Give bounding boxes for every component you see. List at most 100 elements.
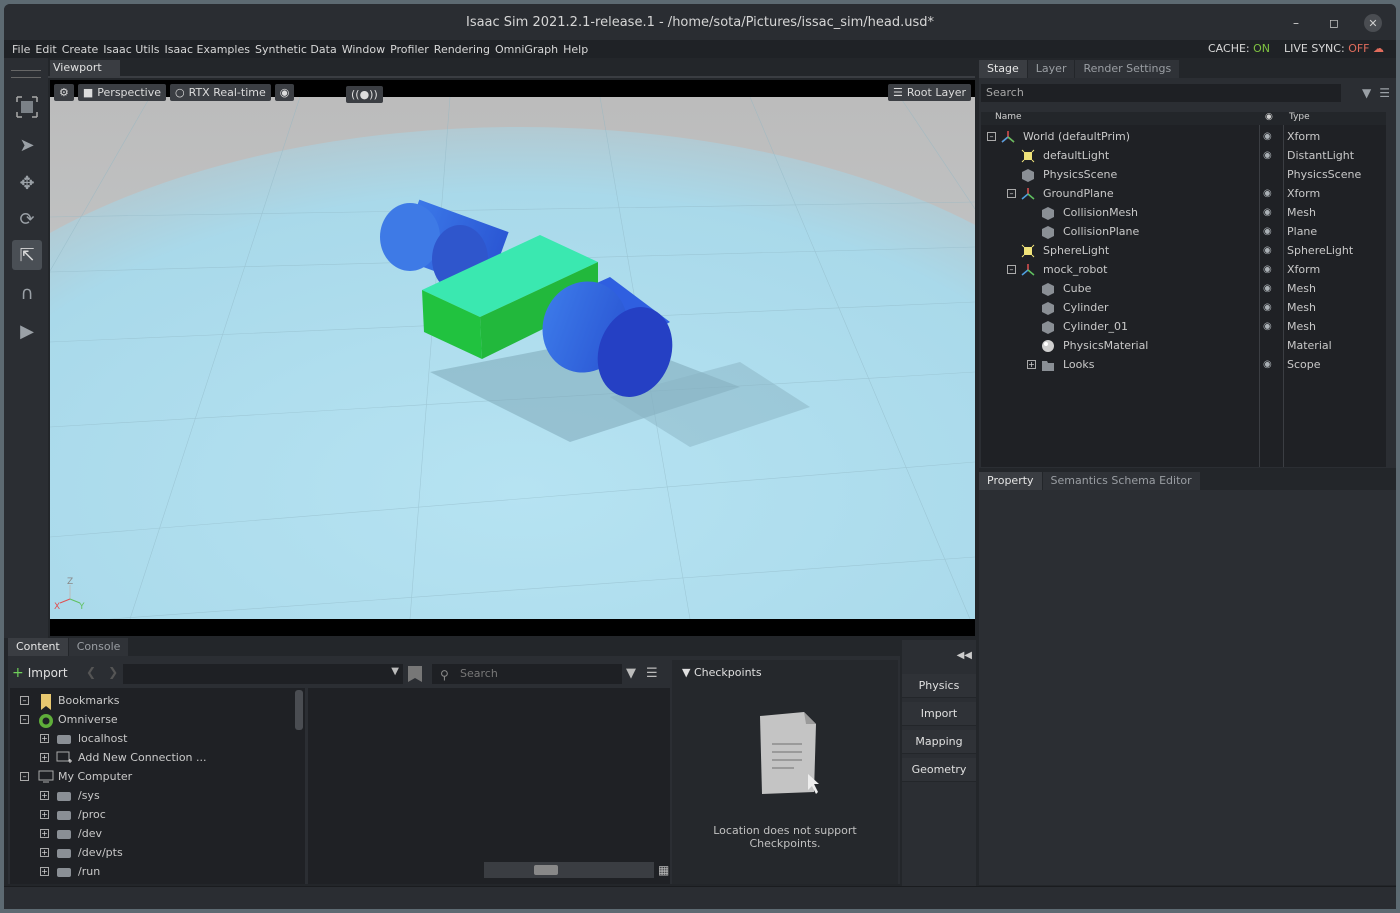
visibility-button[interactable]: ◉ — [274, 84, 295, 101]
tree-row[interactable]: PhysicsScene PhysicsScene — [981, 165, 1386, 184]
import-button[interactable]: + Import — [12, 665, 68, 681]
stage-search-input[interactable]: Search — [981, 84, 1341, 102]
col-name[interactable]: Name — [995, 112, 1022, 122]
tree-row[interactable]: CollisionPlane ◉ Plane — [981, 222, 1386, 241]
move-icon[interactable]: ✥ — [12, 168, 42, 198]
menu-profiler[interactable]: Profiler — [390, 43, 429, 56]
eye-icon[interactable]: ◉ — [1263, 279, 1272, 298]
dropdown-arrow-icon[interactable]: ▼ — [391, 666, 399, 677]
root-layer-button[interactable]: ☰ Root Layer — [888, 84, 971, 101]
play-icon[interactable]: ▶ — [12, 316, 42, 346]
viewport[interactable]: ⚙ ■ Perspective ○ RTX Real-time ◉ ((●)) … — [50, 80, 975, 636]
collapse-icon[interactable]: – — [20, 696, 29, 705]
tree-row[interactable]: Cube ◉ Mesh — [981, 279, 1386, 298]
menu-rendering[interactable]: Rendering — [434, 43, 490, 56]
checkpoints-header[interactable]: ▼ Checkpoints — [682, 666, 762, 679]
collapse-icon[interactable]: – — [20, 715, 29, 724]
minimize-icon[interactable]: – — [1288, 15, 1304, 31]
zoom-slider-thumb[interactable] — [534, 865, 558, 875]
tree-scrollbar[interactable] — [295, 690, 303, 730]
zoom-slider[interactable]: ▦ — [484, 862, 669, 878]
menu-icon[interactable]: ☰ — [1379, 86, 1390, 100]
tree-row[interactable]: – World (defaultPrim) ◉ Xform — [981, 127, 1386, 146]
tree-row[interactable]: PhysicsMaterial Material — [981, 336, 1386, 355]
expand-icon[interactable]: + — [1027, 360, 1036, 369]
menu-synthetic-data[interactable]: Synthetic Data — [255, 43, 337, 56]
viewport-settings-button[interactable]: ⚙ — [54, 84, 74, 101]
menu-icon[interactable]: ☰ — [646, 666, 658, 681]
eye-icon[interactable]: ◉ — [1263, 146, 1272, 165]
mapping-button[interactable]: Mapping — [902, 730, 976, 754]
expand-icon[interactable]: + — [40, 848, 49, 857]
forward-arrow-icon[interactable]: ❯ — [108, 665, 118, 679]
tree-row[interactable]: + Looks ◉ Scope — [981, 355, 1386, 374]
menu-edit[interactable]: Edit — [35, 43, 56, 56]
tab-layer[interactable]: Layer — [1027, 60, 1076, 78]
scale-icon[interactable]: ⇱ — [12, 240, 42, 270]
eye-icon[interactable]: ◉ — [1263, 127, 1272, 146]
col-visibility-eye-icon[interactable]: ◉ — [1265, 112, 1273, 122]
expand-icon[interactable]: + — [40, 829, 49, 838]
back-arrow-icon[interactable]: ❮ — [86, 665, 96, 679]
menu-help[interactable]: Help — [563, 43, 588, 56]
tab-stage[interactable]: Stage — [979, 60, 1028, 78]
collapse-left-icon[interactable]: ◀◀ — [957, 650, 972, 661]
select-mode-icon[interactable] — [12, 92, 42, 122]
tab-render-settings[interactable]: Render Settings — [1075, 60, 1181, 78]
column-divider[interactable] — [1283, 125, 1284, 467]
menu-create[interactable]: Create — [62, 43, 99, 56]
camera-button[interactable]: ■ Perspective — [77, 84, 166, 101]
geometry-button[interactable]: Geometry — [902, 758, 976, 782]
tab-content[interactable]: Content — [8, 638, 69, 656]
collapse-icon[interactable]: – — [1007, 265, 1016, 274]
bookmark-icon[interactable] — [408, 666, 422, 682]
eye-icon[interactable]: ◉ — [1263, 222, 1272, 241]
filter-icon[interactable]: ▼ — [626, 666, 636, 681]
filter-icon[interactable]: ▼ — [1362, 86, 1371, 100]
collapse-icon[interactable]: – — [20, 772, 29, 781]
renderer-button[interactable]: ○ RTX Real-time — [170, 84, 271, 101]
eye-icon[interactable]: ◉ — [1263, 298, 1272, 317]
maximize-icon[interactable]: ◻ — [1326, 15, 1342, 31]
cache-status[interactable]: CACHE: ON — [1208, 42, 1270, 55]
tab-viewport[interactable]: Viewport — [50, 60, 120, 76]
physics-button[interactable]: Physics — [902, 674, 976, 698]
tab-semantics-schema-editor[interactable]: Semantics Schema Editor — [1042, 472, 1201, 490]
menu-window[interactable]: Window — [342, 43, 385, 56]
menu-omnigraph[interactable]: OmniGraph — [495, 43, 558, 56]
tree-row[interactable]: defaultLight ◉ DistantLight — [981, 146, 1386, 165]
expand-icon[interactable]: + — [40, 753, 49, 762]
tree-row[interactable]: CollisionMesh ◉ Mesh — [981, 203, 1386, 222]
column-divider[interactable] — [1259, 125, 1260, 467]
tree-row[interactable]: – mock_robot ◉ Xform — [981, 260, 1386, 279]
import-panel-button[interactable]: Import — [902, 702, 976, 726]
collapse-icon[interactable]: – — [987, 132, 996, 141]
toolbar-grip[interactable] — [11, 70, 41, 78]
expand-icon[interactable]: + — [40, 791, 49, 800]
path-input[interactable]: ▼ — [123, 664, 403, 684]
broadcast-button[interactable]: ((●)) — [346, 86, 383, 103]
snap-magnet-icon[interactable]: ∩ — [12, 278, 42, 308]
expand-icon[interactable]: + — [40, 810, 49, 819]
expand-icon[interactable]: + — [40, 734, 49, 743]
tab-property[interactable]: Property — [979, 472, 1043, 490]
tab-console[interactable]: Console — [68, 638, 130, 656]
live-sync-status[interactable]: LIVE SYNC: OFF ☁ — [1284, 42, 1384, 55]
content-search-input[interactable]: ⚲ Search — [432, 664, 622, 684]
eye-icon[interactable]: ◉ — [1263, 203, 1272, 222]
collapse-icon[interactable]: – — [1007, 189, 1016, 198]
expand-icon[interactable]: + — [40, 867, 49, 876]
close-icon[interactable]: ✕ — [1364, 14, 1382, 32]
eye-icon[interactable]: ◉ — [1263, 260, 1272, 279]
menu-isaac-examples[interactable]: Isaac Examples — [165, 43, 250, 56]
tree-row[interactable]: Cylinder_01 ◉ Mesh — [981, 317, 1386, 336]
eye-icon[interactable]: ◉ — [1263, 184, 1272, 203]
file-list[interactable]: ▦ — [308, 688, 670, 884]
menu-isaac-utils[interactable]: Isaac Utils — [103, 43, 159, 56]
viewport-scene[interactable] — [50, 97, 975, 619]
rotate-icon[interactable]: ⟳ — [12, 204, 42, 234]
select-arrow-icon[interactable]: ➤ — [12, 130, 42, 160]
eye-icon[interactable]: ◉ — [1263, 355, 1272, 374]
col-type[interactable]: Type — [1289, 112, 1310, 122]
eye-icon[interactable]: ◉ — [1263, 241, 1272, 260]
